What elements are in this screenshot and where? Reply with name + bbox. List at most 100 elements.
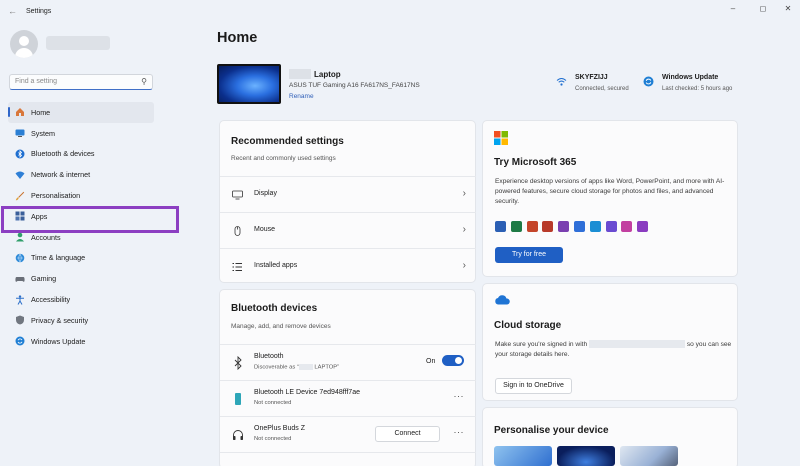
recommended-item-label: Display: [254, 190, 277, 197]
page-title: Home: [217, 30, 258, 46]
connect-button[interactable]: Connect: [375, 426, 440, 442]
maximize-button[interactable]: ◻: [757, 4, 769, 14]
apps-highlight-box: [1, 206, 179, 233]
search-icon[interactable]: ⚲: [141, 77, 147, 86]
sidebar-item-bluetooth[interactable]: Bluetooth & devices: [8, 144, 154, 165]
search-input[interactable]: Find a setting ⚲: [9, 74, 153, 90]
display-icon: [232, 190, 243, 200]
update-status: Last checked: 5 hours ago: [662, 86, 733, 92]
sidebar-item-personalisation[interactable]: Personalisation: [8, 185, 154, 206]
office-app-icon: [605, 221, 617, 232]
device-name: Bluetooth LE Device 7ed948fff7ae: [254, 389, 360, 396]
update-icon: [15, 336, 25, 346]
accounts-icon: [15, 232, 25, 242]
wifi-icon: [556, 76, 567, 87]
theme-thumbnail[interactable]: [557, 446, 615, 466]
discoverable-text: Discoverable as “ LAPTOP”: [254, 364, 340, 371]
sidebar-item-label: Gaming: [31, 274, 57, 284]
cloud-icon: [495, 295, 510, 305]
bluetooth-toggle[interactable]: [442, 355, 464, 366]
sidebar-item-accessibility[interactable]: Accessibility: [8, 289, 154, 310]
chevron-right-icon: ›: [462, 260, 466, 271]
rename-link[interactable]: Rename: [289, 93, 314, 100]
office-app-icon: [621, 221, 633, 232]
sidebar-item-time-language[interactable]: Time & language: [8, 248, 154, 269]
more-options-icon[interactable]: ···: [454, 391, 465, 401]
sidebar-item-privacy[interactable]: Privacy & security: [8, 310, 154, 331]
system-icon: [15, 128, 25, 138]
office-app-icon: [558, 221, 570, 232]
sidebar-item-label: Privacy & security: [31, 315, 89, 325]
more-options-icon[interactable]: ···: [454, 427, 465, 437]
sidebar-item-windows-update[interactable]: Windows Update: [8, 331, 154, 352]
device-name: Laptop: [314, 70, 341, 79]
sidebar-item-label: Home: [31, 107, 51, 117]
avatar[interactable]: [10, 30, 38, 58]
card-subtitle: Manage, add, and remove devices: [231, 323, 331, 330]
try-for-free-button[interactable]: Try for free: [495, 247, 563, 263]
office-app-icon: [495, 221, 506, 232]
recommended-item-display[interactable]: Display ›: [220, 176, 476, 212]
title-bar: ← Settings – ◻ ✕: [0, 0, 800, 22]
personalise-card: Personalise your device: [482, 407, 738, 466]
sidebar-item-label: Accessibility: [31, 295, 71, 305]
cloud-storage-card: Cloud storage Make sure you're signed in…: [482, 283, 738, 401]
sidebar-item-label: Accounts: [31, 232, 61, 242]
shield-icon: [15, 315, 25, 325]
device-status: Not connected: [254, 436, 292, 442]
installed-apps-icon: [232, 262, 243, 272]
device-status: Not connected: [254, 400, 292, 406]
mouse-icon: [232, 226, 243, 236]
network-status: Connected, secured: [575, 86, 629, 92]
update-title[interactable]: Windows Update: [662, 74, 718, 81]
brush-icon: [15, 191, 25, 201]
card-subtitle: Recent and commonly used settings: [231, 155, 336, 162]
recommended-item-label: Mouse: [254, 226, 276, 233]
sidebar-item-label: Personalisation: [31, 191, 81, 201]
sidebar-item-label: Windows Update: [31, 336, 86, 346]
microsoft-logo-icon: [494, 131, 508, 145]
card-title: Try Microsoft 365: [494, 157, 577, 168]
user-name-redacted: [46, 36, 110, 50]
sign-in-onedrive-button[interactable]: Sign in to OneDrive: [495, 378, 572, 394]
sidebar-item-label: System: [31, 128, 55, 138]
sidebar-item-gaming[interactable]: Gaming: [8, 268, 154, 289]
sidebar-item-label: Time & language: [31, 253, 86, 263]
sidebar-item-network[interactable]: Network & internet: [8, 164, 154, 185]
back-arrow-icon[interactable]: ←: [8, 6, 18, 16]
office-app-icon: [573, 221, 585, 232]
home-icon: [15, 107, 25, 117]
gaming-icon: [15, 274, 25, 284]
office-app-icon: [637, 221, 649, 232]
microsoft-365-card: Try Microsoft 365 Experience desktop ver…: [482, 120, 738, 277]
theme-thumbnail[interactable]: [620, 446, 678, 466]
wifi-icon: [15, 170, 25, 180]
accessibility-icon: [15, 294, 25, 305]
office-app-icons: [495, 221, 649, 232]
recommended-item-installed-apps[interactable]: Installed apps ›: [220, 248, 476, 284]
bluetooth-device-row[interactable]: OnePlus Buds Z Not connected Connect ···: [220, 416, 476, 452]
office-app-icon: [526, 221, 538, 232]
bluetooth-icon: [232, 355, 244, 371]
network-name: SKYFZIJJ: [575, 74, 608, 81]
headphones-icon: [232, 428, 244, 442]
recommended-item-label: Installed apps: [254, 262, 298, 269]
globe-icon: [15, 253, 25, 263]
theme-thumbnail[interactable]: [494, 446, 552, 466]
sidebar-item-system[interactable]: System: [8, 123, 154, 144]
device-name: OnePlus Buds Z: [254, 425, 305, 432]
minimize-button[interactable]: –: [727, 4, 739, 14]
device-model: ASUS TUF Gaming A16 FA617NS_FA617NS: [289, 82, 420, 89]
recommended-item-mouse[interactable]: Mouse ›: [220, 212, 476, 248]
office-app-icon: [542, 221, 554, 232]
bluetooth-label: Bluetooth: [254, 353, 284, 360]
sidebar-item-home[interactable]: Home: [8, 102, 154, 123]
sidebar-item-label: Network & internet: [31, 170, 91, 180]
close-button[interactable]: ✕: [782, 4, 794, 14]
device-image: [217, 64, 281, 104]
bluetooth-toggle-row: Bluetooth Discoverable as “ LAPTOP” On: [220, 344, 476, 380]
device-name-redacted: [289, 69, 311, 79]
office-app-icon: [589, 221, 601, 232]
card-title: Bluetooth devices: [231, 303, 318, 314]
bluetooth-device-row[interactable]: Bluetooth LE Device 7ed948fff7ae Not con…: [220, 380, 476, 416]
